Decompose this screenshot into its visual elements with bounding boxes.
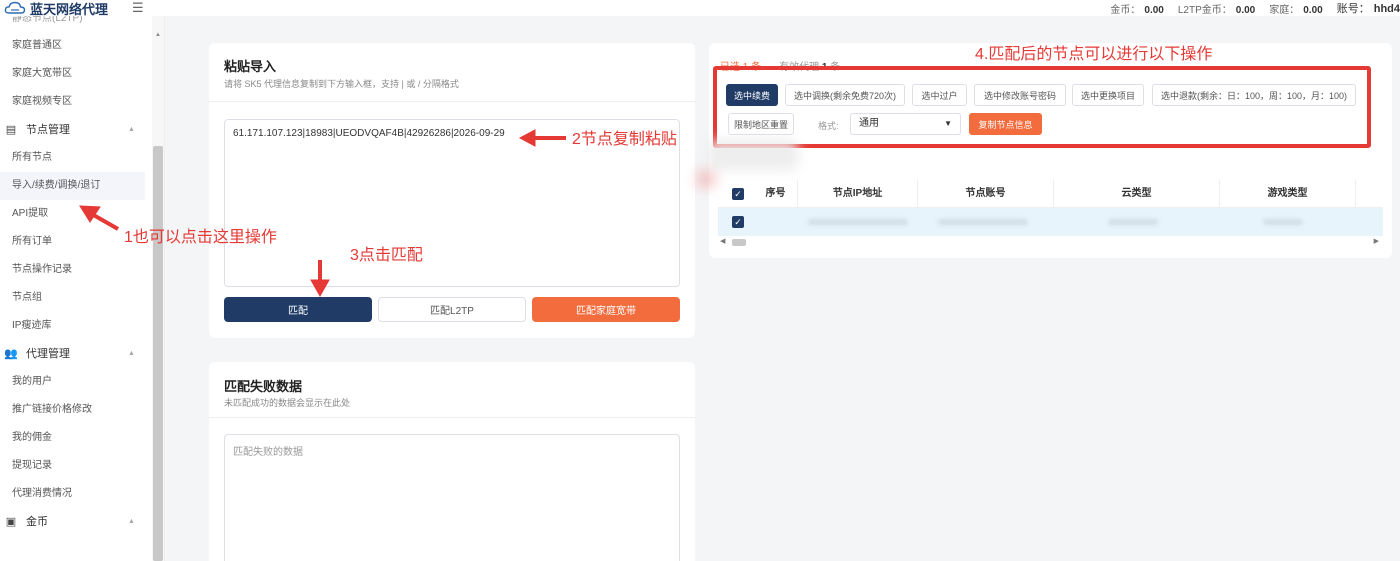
sidebar-item-promo-price[interactable]: 推广链接价格修改 [0,396,164,424]
blurred-overlay [708,140,798,170]
sidebar-group-label: 代理管理 [26,348,70,360]
column-index: 序号 [754,180,798,208]
select-all-checkbox[interactable]: ✓ [732,188,744,200]
annotation-step-2: 2节点复制粘贴 [572,131,677,148]
annotation-step-1: 1也可以点击这里操作 [124,229,277,246]
list-icon: ▤ [5,124,17,136]
paste-subtitle: 请将 SK5 代理信息复制到下方输入框，支持 | 或 / 分隔格式 [224,79,459,89]
scrollbar-thumb[interactable] [153,146,163,561]
menu-toggle-icon[interactable]: ☰ [132,0,144,16]
sidebar-item-commission[interactable]: 我的佣金 [0,424,164,452]
home-stat: 家庭： 0.00 [1269,1,1322,16]
sidebar-item-ip-trace[interactable]: IP瘦迹库 [0,312,164,340]
header-stats: 金币： 0.00 L2TP金币： 0.00 家庭： 0.00 账号： hhd4 [1110,0,1400,16]
fail-subtitle: 未匹配成功的数据会显示在此处 [224,398,351,408]
scroll-left-icon[interactable]: ◀ [720,237,725,245]
scrollbar-thumb[interactable] [732,239,746,246]
sidebar-group-label: 金币 [26,516,48,528]
sidebar-item-withdraw[interactable]: 提现记录 [0,452,164,480]
column-cloud-type: 云类型 [1054,180,1220,208]
card-divider [209,101,695,102]
scroll-up-icon[interactable]: ▲ [155,32,161,38]
sidebar-item-my-users[interactable]: 我的用户 [0,368,164,396]
column-ip: 节点IP地址 [798,180,918,208]
money-icon: ▣ [5,516,17,528]
logo[interactable]: 蓝天网络代理 [4,0,109,17]
top-header: 蓝天网络代理 ☰ 金币： 0.00 L2TP金币： 0.00 家庭： 0.00 账号：… [0,0,1400,17]
table-horizontal-scrollbar[interactable]: ◀ ▶ [718,236,1383,248]
column-account: 节点账号 [918,180,1054,208]
home-label: 家庭： [1269,4,1300,16]
sidebar-item-import[interactable]: 导入/续费/调换/退订 [0,172,145,200]
coin-value: 0.00 [1144,4,1164,16]
sidebar-group-coin[interactable]: ▣ 金币 ▲ [0,508,164,536]
sidebar-item-node-group[interactable]: 节点组 [0,284,164,312]
annotation-step-3: 3点击匹配 [350,247,423,264]
match-home-broadband-button[interactable]: 匹配家庭宽带 [532,297,680,322]
l2tp-coin-value: 0.00 [1235,4,1256,16]
account-info[interactable]: 账号： hhd4 [1337,0,1400,16]
sidebar-item-node-log[interactable]: 节点操作记录 [0,256,164,284]
match-button[interactable]: 匹配 [224,297,372,322]
brand-name: 蓝天网络代理 [30,1,109,17]
sidebar-item-home-broadband[interactable]: 家庭大宽带区 [0,60,164,88]
paste-title: 粘贴导入 [224,59,277,74]
row-cell-blurred [938,219,1028,225]
chevron-up-icon: ▲ [128,350,135,357]
l2tp-coin-label: L2TP金币： [1177,4,1232,16]
chevron-up-icon: ▲ [128,518,135,525]
fail-title: 匹配失败数据 [224,379,303,394]
coin-stat: 金币： 0.00 [1110,1,1163,16]
sidebar-scrollbar[interactable]: ▲ [152,16,164,561]
coin-label: 金币： [1110,4,1141,16]
column-game-type: 游戏类型 [1220,180,1356,208]
sidebar-item-home-video[interactable]: 家庭视频专区 [0,88,164,116]
scroll-right-icon[interactable]: ▶ [1374,237,1379,245]
home-value: 0.00 [1303,4,1323,16]
blurred-overlay [696,170,716,188]
sidebar-group-agent[interactable]: 👥 代理管理 ▲ [0,340,164,368]
sidebar-item-static-l2tp[interactable]: 静态节点(L2TP) [0,16,164,32]
annotation-highlight-box [713,66,1371,148]
row-cell-blurred [808,219,908,225]
row-checkbox[interactable]: ✓ [732,216,744,228]
fail-data-textarea[interactable] [224,434,680,561]
sidebar: 静态节点(L2TP) 家庭普通区 家庭大宽带区 家庭视频专区 ▤ 节点管理 ▲ … [0,16,165,561]
sidebar-item-home-normal[interactable]: 家庭普通区 [0,32,164,60]
account-value: hhd4 [1373,3,1400,15]
cloud-logo-icon [4,1,26,14]
chevron-up-icon: ▲ [128,126,135,133]
row-cell-blurred [1108,219,1158,225]
match-fail-card: 匹配失败数据 未匹配成功的数据会显示在此处 [209,362,695,561]
users-icon: 👥 [4,348,18,360]
card-divider [209,417,695,418]
account-label: 账号： [1336,3,1370,15]
l2tp-coin-stat: L2TP金币： 0.00 [1178,1,1255,16]
annotation-step-4: 4.匹配后的节点可以进行以下操作 [975,46,1213,63]
sidebar-item-all-nodes[interactable]: 所有节点 [0,144,164,172]
table-header: ✓ 序号 节点IP地址 节点账号 云类型 游戏类型 [718,180,1383,208]
match-l2tp-button[interactable]: 匹配L2TP [378,297,526,322]
sidebar-group-label: 节点管理 [26,124,70,136]
sidebar-item-agent-spend[interactable]: 代理消费情况 [0,480,164,508]
row-cell-blurred [1263,219,1303,225]
table-row[interactable]: ✓ [718,208,1383,236]
paste-import-card: 粘贴导入 请将 SK5 代理信息复制到下方输入框，支持 | 或 / 分隔格式 匹… [209,43,695,338]
sidebar-group-nodes[interactable]: ▤ 节点管理 ▲ [0,116,164,144]
